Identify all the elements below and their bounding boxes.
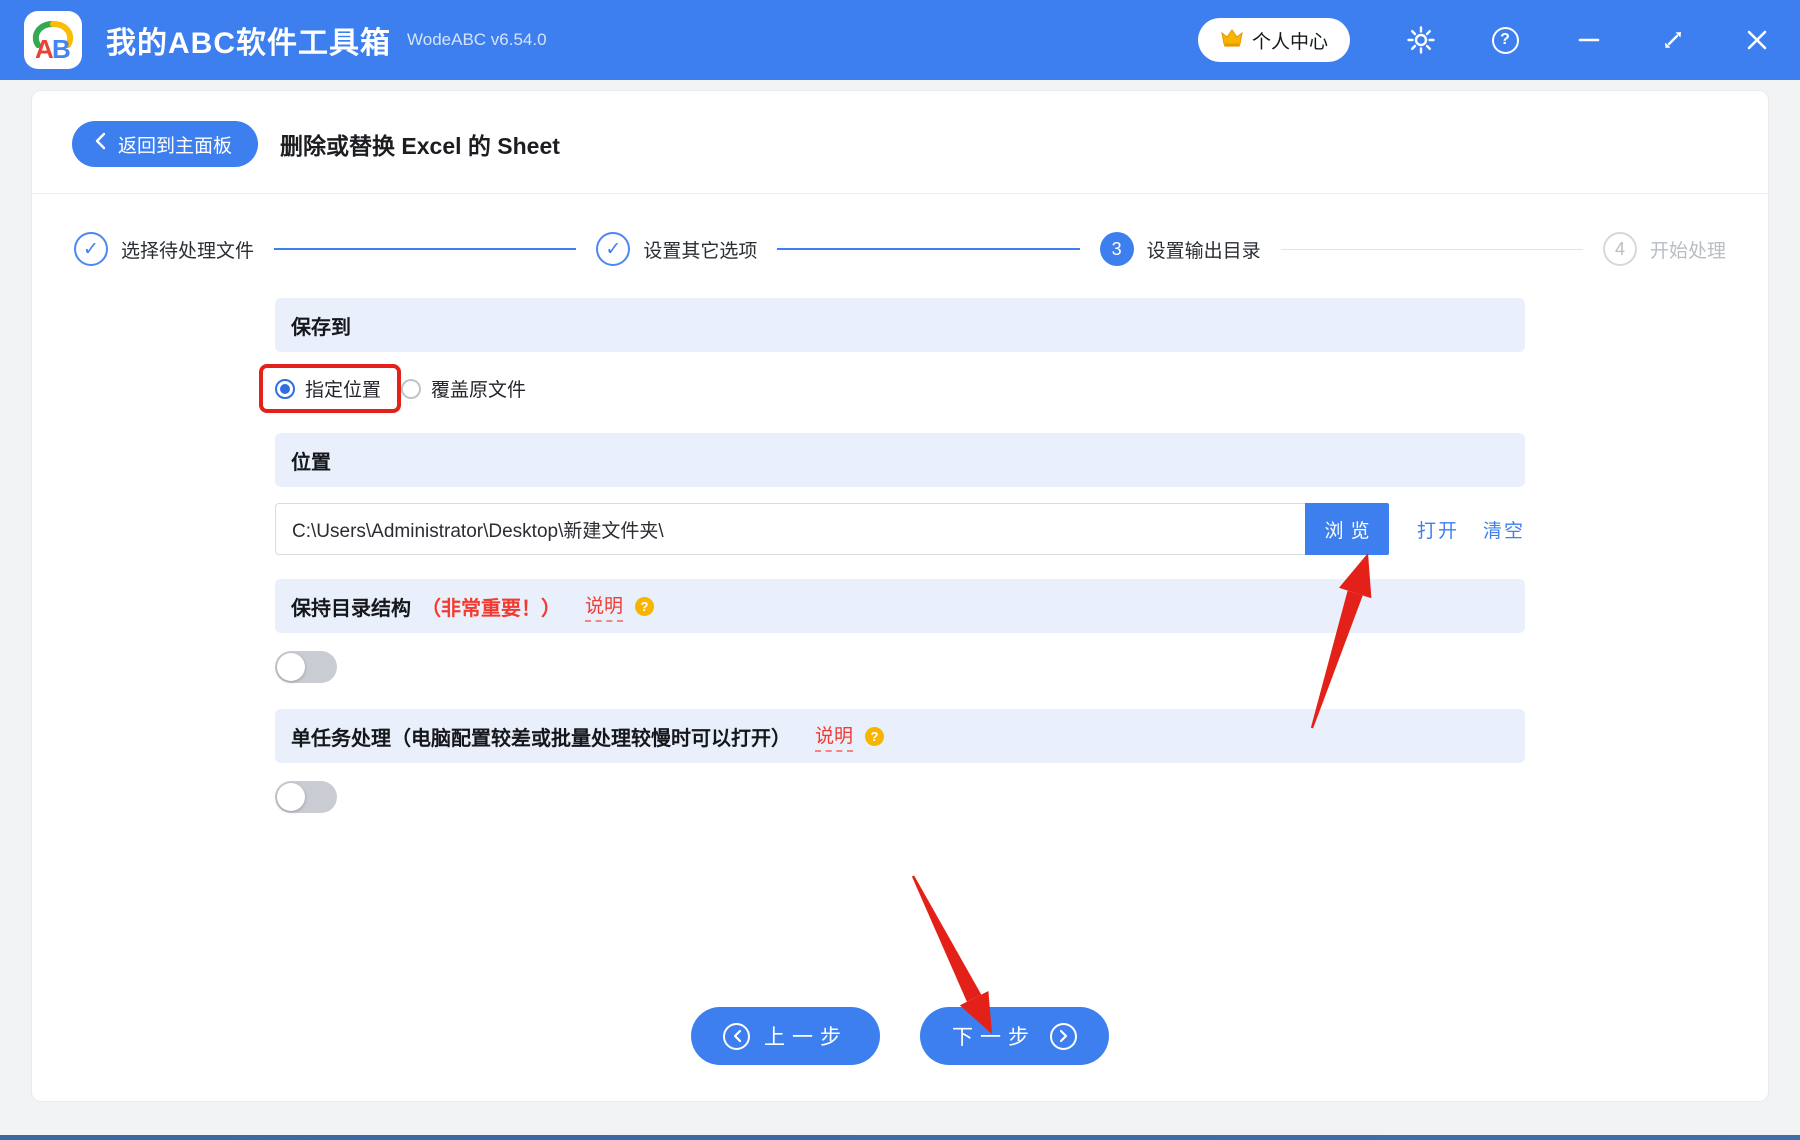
save-to-options: 指定位置 覆盖原文件 (259, 364, 1525, 413)
path-link-buttons: 打开 清空 (1417, 516, 1525, 543)
location-title: 位置 (291, 451, 331, 474)
titlebar: A B 我的ABC软件工具箱 WodeABC v6.54.0 个人中心 ? (0, 0, 1800, 80)
titlebar-controls: ? (1404, 23, 1774, 57)
crown-icon (1220, 28, 1244, 53)
keep-structure-title: 保持目录结构 (291, 597, 411, 620)
page-title: 删除或替换 Excel 的 Sheet (280, 133, 560, 159)
question-badge-icon[interactable]: ? (635, 596, 655, 616)
back-to-main-button[interactable]: 返回到主面板 (72, 121, 259, 167)
step-other-options: ✓ 设置其它选项 (596, 232, 757, 266)
step-number-badge: 4 (1602, 232, 1637, 266)
app-window: { "titlebar": { "app_title": "我的ABC软件工具箱… (0, 0, 1800, 1140)
app-version: WodeABC v6.54.0 (407, 30, 547, 49)
red-highlight-box: 指定位置 (259, 364, 402, 413)
user-center-button[interactable]: 个人中心 (1197, 18, 1350, 62)
step-output-directory: 3 设置输出目录 (1099, 232, 1261, 266)
step-select-files: ✓ 选择待处理文件 (74, 232, 254, 266)
browse-button[interactable]: 浏览 (1304, 503, 1389, 555)
close-icon[interactable] (1740, 23, 1774, 57)
question-badge-icon[interactable]: ? (865, 726, 885, 746)
output-path-input[interactable] (275, 503, 1305, 555)
minimize-icon[interactable] (1572, 23, 1606, 57)
step-connector (1280, 248, 1583, 250)
user-center-label: 个人中心 (1251, 31, 1328, 53)
settings-content: 保存到 指定位置 覆盖原文件 位置 浏览 打开 清空 (259, 298, 1525, 839)
single-task-toggle[interactable] (275, 781, 337, 813)
save-to-title: 保存到 (291, 316, 351, 339)
help-icon[interactable]: ? (1488, 23, 1522, 57)
main-panel: 返回到主面板 删除或替换 Excel 的 Sheet ✓ 选择待处理文件 ✓ 设… (31, 90, 1769, 1102)
svg-text:B: B (52, 34, 71, 63)
previous-step-button[interactable]: 上一步 (691, 1007, 880, 1065)
step-number-badge: 3 (1099, 232, 1134, 266)
single-task-help-link[interactable]: 说明 (815, 721, 854, 752)
keep-structure-section-header: 保持目录结构 （非常重要！） 说明 ? (275, 579, 1525, 633)
app-title: 我的ABC软件工具箱 (106, 27, 391, 60)
clear-path-link[interactable]: 清空 (1483, 516, 1525, 543)
gear-icon[interactable] (1404, 23, 1438, 57)
keep-structure-toggle[interactable] (275, 651, 337, 683)
wizard-steps: ✓ 选择待处理文件 ✓ 设置其它选项 3 设置输出目录 4 开始处理 (32, 194, 1768, 292)
save-to-section-header: 保存到 (275, 298, 1525, 352)
page-header: 返回到主面板 删除或替换 Excel 的 Sheet (32, 91, 1768, 193)
next-step-button[interactable]: 下一步 (920, 1007, 1109, 1065)
open-folder-link[interactable]: 打开 (1417, 516, 1459, 543)
radio-specified-location[interactable]: 指定位置 (275, 375, 381, 402)
help-question-glyph: ? (1491, 26, 1519, 54)
step-check-icon: ✓ (74, 232, 108, 266)
step-start-processing: 4 开始处理 (1602, 232, 1726, 266)
radio-overwrite-original[interactable]: 覆盖原文件 (401, 375, 526, 402)
keep-structure-help-link[interactable]: 说明 (585, 591, 624, 622)
location-section-header: 位置 (275, 433, 1525, 487)
single-task-section-header: 单任务处理（电脑配置较差或批量处理较慢时可以打开） 说明 ? (275, 709, 1525, 763)
important-note: （非常重要！） (421, 597, 561, 620)
maximize-icon[interactable] (1656, 23, 1690, 57)
app-logo-icon: A B (24, 11, 82, 69)
wizard-footer: 上一步 下一步 (32, 1007, 1768, 1101)
radio-selected-icon (275, 378, 295, 399)
chevron-left-icon (94, 132, 106, 156)
back-button-label: 返回到主面板 (118, 135, 233, 157)
step-connector (777, 248, 1080, 250)
previous-step-label: 上一步 (764, 1026, 848, 1049)
circle-chevron-left-icon (723, 1022, 750, 1050)
radio-unselected-icon (401, 378, 422, 399)
step-check-icon: ✓ (596, 232, 631, 266)
next-step-label: 下一步 (952, 1026, 1036, 1049)
circle-chevron-right-icon (1050, 1022, 1077, 1050)
location-path-row: 浏览 打开 清空 (275, 503, 1525, 555)
step-connector (274, 248, 577, 250)
single-task-title: 单任务处理（电脑配置较差或批量处理较慢时可以打开） (291, 727, 791, 750)
